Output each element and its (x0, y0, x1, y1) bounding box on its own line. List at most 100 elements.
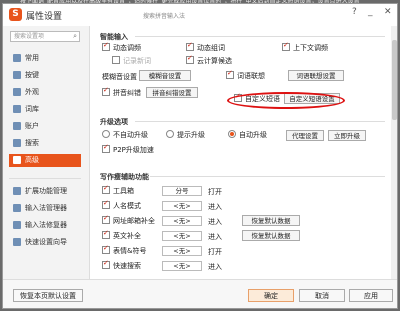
section-divider (150, 176, 385, 177)
section-writing-aid-title: 写作瘦辅助功能 (100, 173, 149, 181)
sidebar-item-common[interactable]: 常用 (9, 52, 81, 65)
writing-row-label: 表情&符号 (113, 247, 147, 255)
checkbox-checked-icon (102, 229, 110, 239)
writing-row-shortcut-field[interactable]: <无> (162, 261, 202, 271)
writing-row-shortcut-field[interactable]: 分号 (162, 186, 202, 196)
writing-row-shortcut-field[interactable]: <无> (162, 216, 202, 226)
title-search-hint: 搜索拼音输入法 (143, 13, 186, 20)
writing-row-checkbox[interactable]: 快速搜索 (102, 259, 141, 271)
key-icon (13, 71, 21, 79)
checkbox-checked-icon (102, 199, 110, 209)
radio-off-icon (166, 130, 174, 138)
apply-button[interactable]: 应用 (349, 289, 393, 302)
sidebar-item-dictionary[interactable]: 词库 (9, 103, 81, 116)
writing-row-checkbox[interactable]: 表情&符号 (102, 244, 147, 256)
dictionary-icon (13, 105, 21, 113)
remember-freq-checkbox[interactable]: 记录新词 (112, 56, 151, 66)
sidebar-divider (9, 178, 81, 179)
radio-label: 自动升级 (239, 131, 267, 139)
sidebar-item-appearance[interactable]: 外观 (9, 86, 81, 99)
search-icon[interactable]: ⌕ (73, 32, 77, 41)
checkbox-checked-icon (102, 184, 110, 194)
p2p-accel-checkbox[interactable]: P2P升级加速 (102, 143, 154, 155)
window-title: 属性设置 (26, 12, 63, 22)
writing-row-label: 网址邮箱补全 (113, 217, 155, 225)
help-icon[interactable]: ? (352, 7, 357, 17)
sidebar-item-label: 账户 (25, 122, 39, 130)
sidebar-tool-label: 扩展功能管理 (25, 187, 67, 195)
word-assoc-checkbox[interactable]: 词语联想 (226, 69, 265, 81)
writing-row-checkbox[interactable]: 人名模式 (102, 199, 141, 211)
proxy-settings-button[interactable]: 代理设置 (286, 130, 324, 141)
account-icon (13, 122, 21, 130)
wizard-icon (13, 238, 21, 246)
writing-row-action-link[interactable]: 打开 (208, 187, 222, 197)
writing-row-checkbox[interactable]: 工具箱 (102, 184, 134, 196)
checkbox-checked-icon (226, 69, 234, 79)
checkbox-label: 云计算候选 (197, 57, 232, 65)
writing-row-action-link[interactable]: 打开 (208, 247, 222, 257)
restore-default-data-button[interactable]: 恢复默认数据 (242, 230, 300, 241)
dialog-footer: 恢复本页默认设置 确定 取消 应用 (3, 279, 397, 308)
sidebar-item-label: 常用 (25, 54, 39, 62)
upgrade-now-button[interactable]: 立即升级 (328, 130, 366, 141)
dynamic-group-checkbox[interactable]: 动态组词 (186, 41, 225, 53)
sidebar-item-keys[interactable]: 按键 (9, 69, 81, 82)
sidebar-tool-ime-manager[interactable]: 输入法管理器 (9, 202, 81, 215)
context-candidates-checkbox[interactable]: 上下文调频 (282, 41, 328, 53)
sidebar: 搜索设置项 ⌕ 常用 按键 外观 词库 账户 搜索 高级 扩展功能管理 输入法管… (3, 26, 90, 308)
checkbox-unchecked-icon (112, 56, 120, 64)
writing-row-action-link[interactable]: 进入 (208, 217, 222, 227)
sidebar-tool-extensions[interactable]: 扩展功能管理 (9, 185, 81, 198)
checkbox-checked-icon (102, 214, 110, 224)
scrollbar-thumb[interactable] (392, 40, 397, 120)
sidebar-item-account[interactable]: 账户 (9, 120, 81, 133)
settings-window: S 属性设置 搜索拼音输入法 ? _ ✕ 搜索设置项 ⌕ 常用 按键 外观 词库… (2, 3, 398, 309)
writing-row-action-link[interactable]: 进入 (208, 262, 222, 272)
checkbox-label: 上下文调频 (293, 44, 328, 52)
sidebar-item-advanced[interactable]: 高级 (9, 154, 81, 167)
sidebar-tool-wizard[interactable]: 快速设置向导 (9, 236, 81, 249)
checkbox-label: 记录新词 (123, 57, 151, 65)
restore-page-defaults-button[interactable]: 恢复本页默认设置 (13, 289, 83, 302)
restore-default-data-button[interactable]: 恢复默认数据 (242, 215, 300, 226)
sidebar-item-label: 按键 (25, 71, 39, 79)
dynamic-adjust-checkbox[interactable]: 动态调频 (102, 41, 141, 53)
sidebar-item-label: 高级 (25, 156, 39, 164)
writing-row-action-link[interactable]: 进入 (208, 202, 222, 212)
pinyin-correct-checkbox[interactable]: 拼音纠错 (102, 86, 141, 98)
writing-row-checkbox[interactable]: 网址邮箱补全 (102, 214, 155, 226)
sidebar-tool-label: 输入法管理器 (25, 204, 67, 212)
writing-row-shortcut-field[interactable]: <无> (162, 201, 202, 211)
checkbox-checked-icon (102, 143, 110, 153)
content-scrollbar[interactable] (391, 26, 397, 279)
checkbox-checked-icon (102, 41, 110, 51)
sidebar-tool-repair[interactable]: 输入法修复器 (9, 219, 81, 232)
cloud-candidates-checkbox[interactable]: 云计算候选 (186, 54, 232, 66)
sidebar-item-search[interactable]: 搜索 (9, 137, 81, 150)
word-assoc-settings-button[interactable]: 词语联想设置 (288, 70, 344, 81)
settings-search-input[interactable]: 搜索设置项 ⌕ (10, 31, 80, 42)
radio-label: 提示升级 (177, 131, 205, 139)
writing-row-shortcut-field[interactable]: <无> (162, 231, 202, 241)
fuzzy-settings-button[interactable]: 模糊音设置 (139, 70, 191, 81)
notify-upgrade-radio[interactable]: 提示升级 (166, 130, 205, 140)
sidebar-tool-label: 输入法修复器 (25, 221, 67, 229)
checkbox-label: 词语联想 (237, 72, 265, 80)
auto-upgrade-radio[interactable]: 自动升级 (228, 130, 267, 140)
checkbox-checked-icon (102, 244, 110, 254)
pinyin-correct-settings-button[interactable]: 拼音纠错设置 (146, 87, 198, 98)
advanced-icon (13, 156, 21, 164)
checkbox-label: 动态组词 (197, 44, 225, 52)
common-icon (13, 54, 21, 62)
close-icon[interactable]: ✕ (384, 7, 392, 17)
sidebar-tool-label: 快速设置向导 (25, 238, 67, 246)
writing-row-action-link[interactable]: 进入 (208, 232, 222, 242)
no-auto-upgrade-radio[interactable]: 不自动升级 (102, 130, 148, 140)
writing-row-checkbox[interactable]: 英文补全 (102, 229, 141, 241)
minimize-icon[interactable]: _ (368, 7, 373, 17)
cancel-button[interactable]: 取消 (299, 289, 345, 302)
writing-row-shortcut-field[interactable]: <无> (162, 246, 202, 256)
writing-row-label: 快速搜索 (113, 262, 141, 270)
ok-button[interactable]: 确定 (248, 289, 294, 302)
